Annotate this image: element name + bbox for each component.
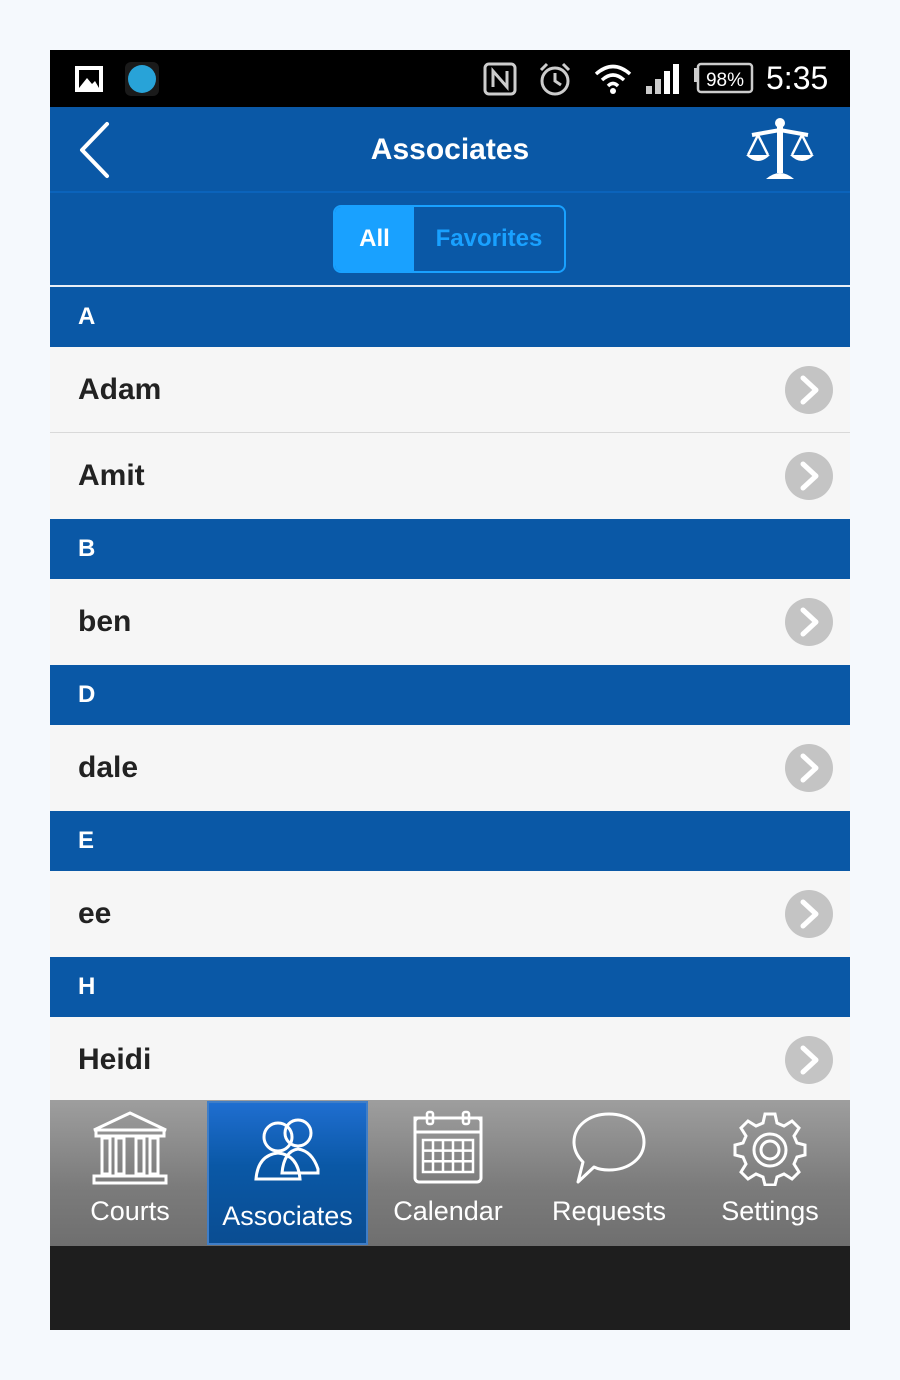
calendar-icon [413, 1110, 483, 1184]
tab-calendar[interactable]: Calendar [368, 1100, 528, 1246]
segment-favorites[interactable]: Favorites [414, 207, 564, 271]
associates-list: A Adam Amit B ben D dale E ee H Heidi [50, 287, 850, 1103]
chevron-right-icon[interactable] [784, 889, 834, 939]
list-item[interactable]: Amit [50, 433, 850, 519]
associate-name: dale [78, 751, 139, 784]
section-header-e: E [50, 811, 850, 871]
chevron-right-icon[interactable] [784, 743, 834, 793]
associate-name: Heidi [78, 1043, 152, 1076]
page-title: Associates [370, 133, 530, 166]
scales-icon[interactable] [744, 115, 816, 185]
gear-icon [733, 1112, 807, 1186]
speech-bubble-icon [572, 1112, 646, 1184]
associate-name: ben [78, 605, 132, 638]
nfc-icon [482, 50, 518, 107]
section-header-d: D [50, 665, 850, 725]
tab-label: Associates [222, 1201, 353, 1231]
section-header-b: B [50, 519, 850, 579]
app-dot-icon [124, 50, 160, 107]
associate-name: Adam [78, 373, 162, 406]
list-item[interactable]: Adam [50, 347, 850, 433]
list-item[interactable]: ee [50, 871, 850, 957]
chevron-right-icon[interactable] [784, 365, 834, 415]
associate-name: Amit [78, 459, 145, 492]
tab-courts[interactable]: Courts [50, 1100, 210, 1246]
status-bar: 98% 5:35 [50, 50, 850, 107]
phone-screen: 98% 5:35 Associates All Favorites A Adam… [50, 50, 850, 1330]
section-header-h: H [50, 957, 850, 1017]
section-header-a: A [50, 287, 850, 347]
chevron-right-icon[interactable] [784, 451, 834, 501]
wifi-icon [594, 50, 632, 107]
tab-bar: Courts Associates Calendar Requests Sett… [50, 1100, 850, 1246]
list-item[interactable]: Heidi [50, 1017, 850, 1103]
list-item[interactable]: dale [50, 725, 850, 811]
signal-icon [644, 50, 682, 107]
chevron-right-icon[interactable] [784, 1035, 834, 1085]
segment-bar: All Favorites [50, 193, 850, 287]
battery-icon: 98% [692, 50, 754, 107]
battery-percent: 98% [706, 70, 744, 91]
tab-label: Calendar [393, 1196, 503, 1226]
associate-name: ee [78, 897, 112, 930]
people-icon [253, 1118, 319, 1181]
gallery-icon [74, 50, 104, 107]
alarm-icon [536, 50, 574, 107]
tab-label: Requests [551, 1196, 667, 1226]
clock-time: 5:35 [766, 60, 829, 96]
chevron-right-icon[interactable] [784, 597, 834, 647]
segmented-control: All Favorites [333, 205, 566, 273]
tab-label: Courts [90, 1196, 170, 1226]
courthouse-icon [92, 1111, 168, 1185]
bottom-strip [50, 1246, 850, 1330]
tab-requests[interactable]: Requests [529, 1100, 689, 1246]
segment-all[interactable]: All [335, 207, 414, 271]
list-item[interactable]: ben [50, 579, 850, 665]
tab-associates[interactable]: Associates [207, 1101, 368, 1245]
tab-label: Settings [721, 1196, 819, 1226]
tab-settings[interactable]: Settings [690, 1100, 850, 1246]
nav-bar: Associates [50, 107, 850, 193]
